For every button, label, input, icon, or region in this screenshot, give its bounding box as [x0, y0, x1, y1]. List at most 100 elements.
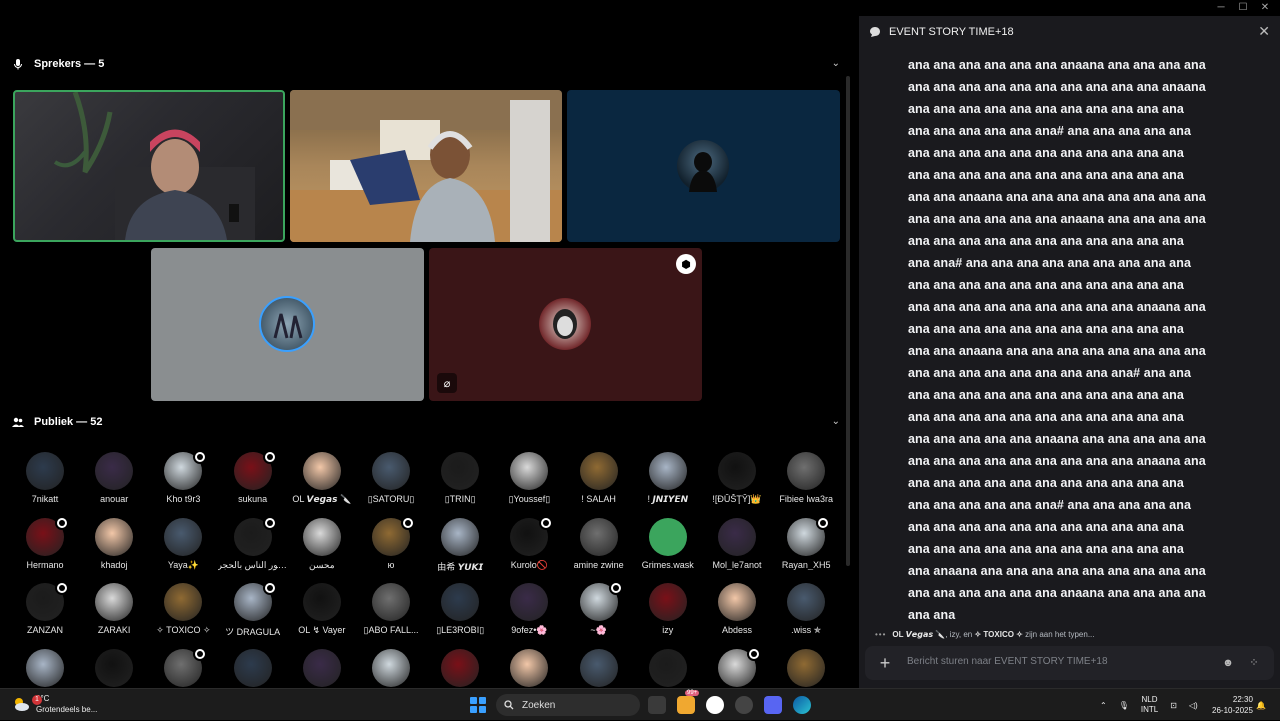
audience-member[interactable]: 由希 𝙔𝙐𝙆𝙄	[425, 517, 495, 580]
hooded-figure-icon	[689, 152, 717, 192]
audience-member[interactable]: Grimes.wask	[633, 517, 703, 580]
audience-member[interactable]: Kho t9r3	[148, 450, 218, 514]
audience-member[interactable]: .wiss ✯	[771, 583, 841, 645]
audience-member[interactable]: ![ĐŪŠŢŶ]👑	[702, 452, 772, 514]
speaker-tile-avatar-3[interactable]	[567, 90, 840, 242]
audience-member[interactable]: ✧ TOXICO ✧	[148, 583, 218, 645]
microphone-tray-icon[interactable]: 🎙	[1119, 701, 1129, 710]
tray-chevron-icon[interactable]: ⌃	[1100, 701, 1107, 710]
clock[interactable]: 22:30 26-10-2025	[1212, 689, 1253, 721]
audience-name: ~🌸	[590, 625, 607, 635]
audience-member[interactable]: Yaya✨	[148, 517, 218, 580]
chat-close-icon[interactable]: ✕	[1258, 23, 1270, 40]
audience-member[interactable]: Abdess	[702, 583, 772, 645]
apps-icon[interactable]: ⁘	[1247, 656, 1261, 670]
audience-member[interactable]: ▯Youssef▯	[494, 452, 564, 514]
audience-member[interactable]: OL 𝙑𝙚𝙜𝙖𝙨 🔪	[287, 452, 357, 514]
attach-plus-icon[interactable]: +	[875, 653, 895, 673]
title-bar: ─ ☐ ✕	[0, 0, 1280, 16]
audience-member[interactable]: Fibiee lwa3ra	[771, 452, 841, 514]
taskbar-search[interactable]: Zoeken	[496, 694, 640, 716]
audience-member[interactable]: sukuna	[218, 450, 288, 514]
audience-name: محسن	[309, 559, 335, 570]
audience-name: .wiss ✯	[791, 625, 822, 635]
network-icon[interactable]: ⊡	[1170, 701, 1177, 710]
audience-avatar	[95, 452, 134, 490]
browser-icon[interactable]	[706, 696, 724, 714]
notification-bell-icon[interactable]: 🔔	[1256, 689, 1266, 721]
audience-avatar	[95, 648, 134, 687]
audience-member[interactable]: OL ↯ Vayer	[287, 583, 357, 645]
stage-scrollbar[interactable]	[846, 76, 850, 566]
hand-raised-icon	[193, 646, 208, 661]
audience-member[interactable]: محسن	[287, 517, 357, 580]
audience-member[interactable]: 9ofez•🌸	[494, 583, 564, 645]
audience-member[interactable]: ▯TRIN▯	[425, 452, 495, 514]
audience-member[interactable]: ZARAKI	[79, 583, 149, 645]
task-view-icon[interactable]	[648, 696, 666, 714]
speakers-header[interactable]: Sprekers — 5	[12, 54, 104, 74]
audience-name: Grimes.wask	[641, 559, 694, 570]
audience-member[interactable]: ю	[356, 515, 426, 580]
language-indicator[interactable]: NLD INTL	[1141, 695, 1158, 715]
hand-raised-icon	[539, 515, 554, 530]
audience-member[interactable]: ▯LE3ROBI▯	[425, 583, 495, 645]
minimize-button[interactable]: ─	[1210, 0, 1232, 16]
audience-member[interactable]: izy	[633, 583, 703, 645]
audience-avatar	[718, 452, 756, 490]
audience-member[interactable]: ! SALAH	[564, 452, 634, 514]
chat-message-line: ana ana ana ana ana ana anaana ana ana a…	[908, 586, 1206, 600]
speaker-tile-video-2[interactable]	[290, 90, 562, 242]
audience-avatar	[579, 648, 618, 687]
file-explorer-icon[interactable]: 99+	[677, 690, 700, 714]
audience-member[interactable]: ! 𝙅𝙉𝙄𝙔𝙀𝙉	[633, 452, 703, 514]
audience-name: ! SALAH	[581, 494, 616, 504]
audience-name: 由希 𝙔𝙐𝙆𝙄	[437, 561, 484, 572]
maximize-button[interactable]: ☐	[1232, 0, 1254, 16]
audience-avatar	[718, 583, 756, 621]
weather-widget[interactable]: 1 9°C Grotendeels be...	[12, 693, 97, 715]
obs-icon[interactable]	[735, 696, 753, 714]
audience-collapse-chevron-icon[interactable]: ⌄	[832, 416, 840, 427]
audience-name: ツ DRAGULA	[225, 627, 281, 637]
chat-message-line: ana anaana ana ana ana ana ana ana ana a…	[908, 564, 1206, 578]
windows-start-icon[interactable]	[470, 697, 486, 713]
time: 22:30	[1232, 695, 1253, 704]
speakers-collapse-chevron-icon[interactable]: ⌄	[832, 58, 840, 69]
edge-icon[interactable]	[793, 696, 811, 714]
audience-member[interactable]: ديور الناس بالحجر...	[218, 515, 288, 580]
speakers-label: Sprekers — 5	[34, 58, 105, 70]
audience-member[interactable]: ツ DRAGULA	[218, 581, 288, 645]
audience-member[interactable]: 7nikatt	[10, 452, 80, 514]
audience-header[interactable]: Publiek — 52	[12, 412, 102, 432]
audience-member[interactable]: ZANZAN	[10, 581, 80, 645]
close-window-button[interactable]: ✕	[1254, 0, 1276, 16]
audience-member[interactable]: ~🌸	[564, 581, 634, 645]
audience-name: ✧ TOXICO ✧	[156, 625, 211, 635]
hand-raised-icon	[55, 581, 69, 595]
speaker-tile-avatar-4[interactable]	[151, 248, 424, 401]
audience-member[interactable]: Rayan_XH5	[771, 515, 841, 580]
audience-member[interactable]: Hermano	[10, 515, 80, 580]
emoji-icon[interactable]: ☻	[1221, 656, 1235, 670]
audience-member[interactable]: amine zwine	[564, 517, 634, 580]
speaker-tile-video-1[interactable]	[13, 90, 285, 242]
chat-message-line: ana ana ana ana ana ana ana ana ana ana …	[908, 168, 1184, 182]
discord-icon[interactable]	[764, 696, 782, 714]
lang-top: NLD	[1141, 695, 1158, 704]
chat-message-line: ana ana anaana ana ana ana ana ana ana a…	[908, 344, 1206, 358]
volume-icon[interactable]: ◁)	[1189, 701, 1198, 710]
audience-member[interactable]: anouar	[79, 452, 149, 514]
search-label: Zoeken	[522, 699, 556, 711]
audience-member[interactable]: Kurolo🚫	[494, 515, 564, 580]
audience-member[interactable]: khadoj	[79, 517, 149, 580]
audience-name: ▯SATORU▯	[367, 494, 415, 504]
message-composer[interactable]: + Bericht sturen naar EVENT STORY TIME+1…	[865, 646, 1274, 680]
audience-member[interactable]: ▯SATORU▯	[356, 452, 426, 514]
speaker-tile-avatar-5[interactable]: ⬢ ⌀	[429, 248, 702, 401]
audience-avatar	[302, 452, 341, 490]
audience-member[interactable]: ▯ABO FALL...	[356, 583, 426, 645]
message-input-placeholder[interactable]: Bericht sturen naar EVENT STORY TIME+18	[907, 656, 1108, 667]
audience-member[interactable]: Mol_le7anot	[702, 517, 772, 580]
hand-raised-icon	[401, 515, 415, 530]
